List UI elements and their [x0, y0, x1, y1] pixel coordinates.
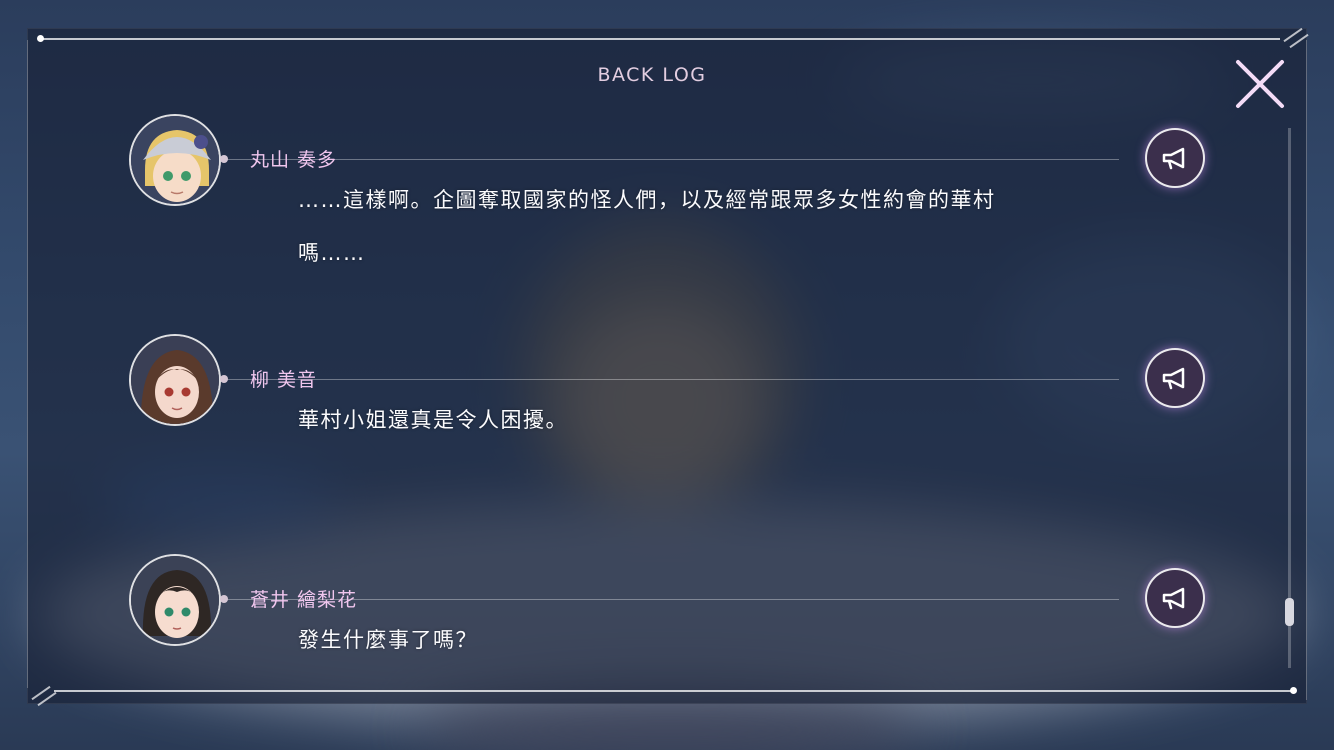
- speaker-name: 柳 美音: [250, 369, 318, 391]
- avatar: [129, 334, 221, 426]
- frame-line-top: [40, 38, 1280, 40]
- frame-dot: [37, 35, 44, 42]
- scrollbar-thumb[interactable]: [1285, 598, 1294, 626]
- megaphone-icon: [1162, 147, 1185, 170]
- backlog-title: BACK LOG: [597, 64, 707, 86]
- speaker-name: 蒼井 繪梨花: [250, 589, 358, 611]
- avatar: [129, 554, 221, 646]
- megaphone-icon: [1162, 367, 1185, 390]
- voice-replay-button[interactable]: [1145, 568, 1205, 628]
- speaker-name: 丸山 奏多: [250, 149, 338, 171]
- dialogue-line: 發生什麼事了嗎？: [298, 628, 478, 652]
- megaphone-icon: [1162, 587, 1185, 610]
- frame-dot: [1290, 687, 1297, 694]
- frame-line-bottom: [54, 690, 1294, 692]
- dialogue-line: 華村小姐還真是令人困擾。: [298, 408, 568, 432]
- close-icon: [1236, 60, 1284, 108]
- frame-line-right: [1306, 40, 1307, 700]
- name-divider-dot: [220, 375, 228, 383]
- name-divider: [221, 159, 1119, 160]
- name-divider: [221, 379, 1119, 380]
- avatar: [129, 114, 221, 206]
- scrollbar-track[interactable]: [1288, 128, 1291, 668]
- name-divider-dot: [220, 595, 228, 603]
- dialogue-line: ……這樣啊。企圖奪取國家的怪人們，以及經常跟眾多女性約會的華村: [298, 188, 996, 212]
- dialogue-line: 嗎……: [298, 241, 366, 265]
- voice-replay-button[interactable]: [1145, 348, 1205, 408]
- name-divider-dot: [220, 155, 228, 163]
- close-button[interactable]: [1232, 58, 1288, 110]
- voice-replay-button[interactable]: [1145, 128, 1205, 188]
- frame-line-left: [27, 40, 28, 688]
